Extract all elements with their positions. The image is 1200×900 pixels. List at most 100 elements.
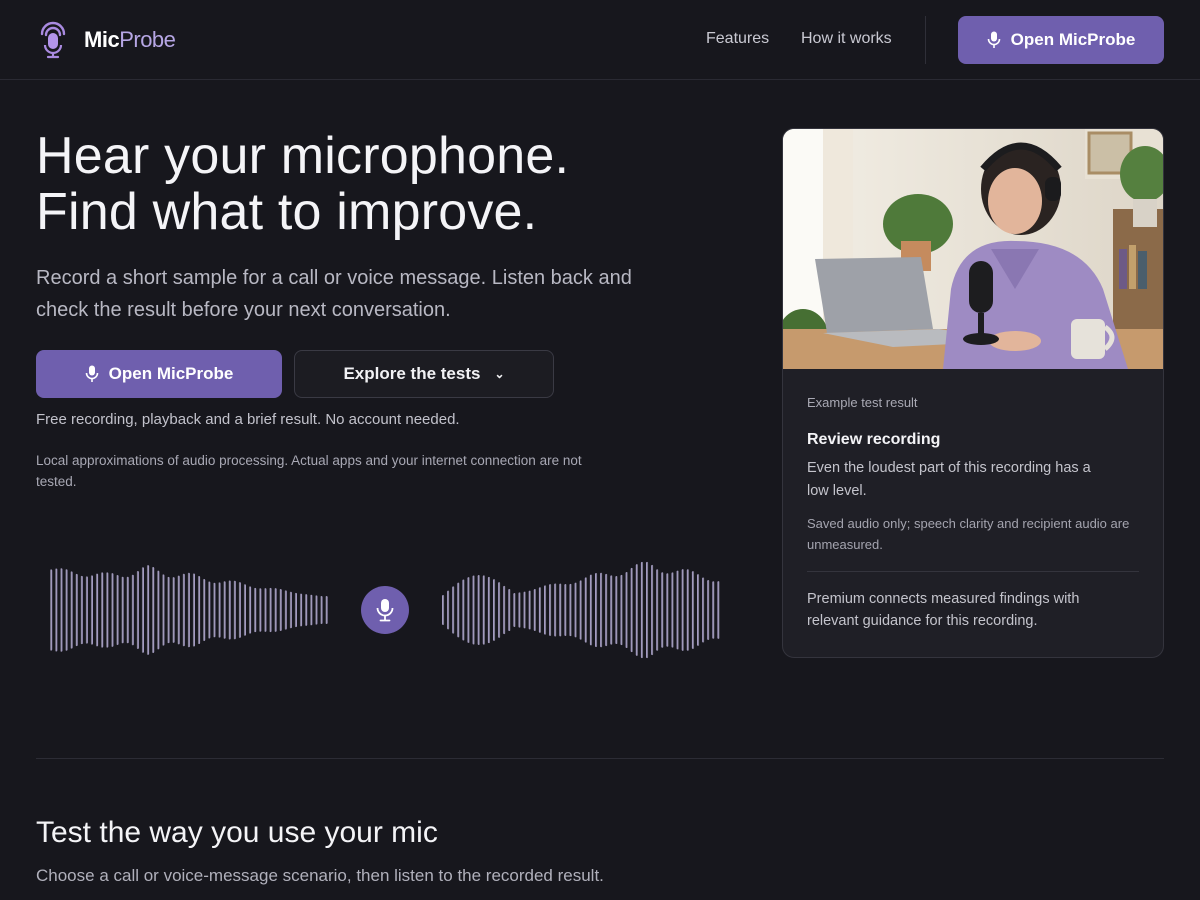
waveform-bar	[299, 593, 303, 627]
logo-text-bold: Mic	[84, 27, 120, 52]
waveform-bar	[467, 577, 470, 643]
waveform-bar	[192, 573, 195, 647]
waveform-bar	[85, 576, 88, 644]
waveform-bar	[513, 593, 516, 627]
waveform-bar	[305, 594, 308, 626]
waveform-bar	[289, 591, 292, 629]
hero-title-line-2: Find what to improve.	[36, 183, 538, 241]
waveform-bar	[60, 568, 63, 652]
waveform-bar	[600, 572, 603, 648]
waveform-bar	[493, 579, 496, 641]
waveform-bar	[605, 573, 608, 647]
waveform-bar	[610, 575, 613, 645]
waveform-bar	[203, 579, 206, 641]
waveform-bar	[671, 572, 674, 648]
waveform-bar	[651, 564, 654, 656]
section-divider	[36, 758, 1164, 759]
header-cta-label: Open MicProbe	[1010, 30, 1136, 49]
waveform-bar	[152, 567, 155, 653]
waveform-bar	[315, 595, 318, 625]
waveform-bar	[508, 588, 511, 632]
waveform-bar	[182, 573, 185, 647]
waveform-bar	[615, 575, 618, 645]
hero-disclaimer: Local approximations of audio processing…	[36, 453, 582, 489]
waveform-bar	[116, 575, 119, 645]
waveform-bar	[101, 572, 104, 648]
microphone-logo-icon	[40, 21, 66, 59]
nav-link-how-it-works[interactable]: How it works	[801, 30, 892, 48]
waveform-bar	[472, 575, 475, 645]
waveform-bar	[518, 592, 521, 628]
waveform-bar	[549, 584, 552, 636]
waveform-bar	[661, 572, 664, 648]
waveform-bar	[584, 577, 587, 643]
hero-lead: Record a short sample for a call or voic…	[36, 267, 632, 321]
waveform-bar	[208, 581, 211, 639]
waveform-bar	[544, 585, 547, 635]
waveform-bar	[686, 569, 689, 651]
waveform-bar	[498, 582, 501, 638]
waveform-left	[50, 565, 328, 655]
waveform-bar	[579, 580, 582, 640]
waveform-bar	[447, 590, 450, 630]
waveform-bar	[697, 574, 700, 646]
example-note: Saved audio only; speech clarity and rec…	[807, 516, 1130, 552]
card-divider	[807, 571, 1139, 572]
waveform-bar	[574, 582, 577, 638]
waveform-bar	[640, 561, 644, 659]
waveform-bar	[126, 576, 129, 644]
explore-tests-button[interactable]: Explore the tests ⌄	[294, 350, 554, 398]
waveform-bar	[457, 582, 460, 638]
waveform-bar	[681, 569, 684, 651]
example-premium-text: Premium connects measured findings with …	[807, 591, 1080, 629]
hero-title-line-1: Hear your microphone.	[36, 127, 570, 185]
waveform-bar	[65, 569, 68, 651]
waveform-right	[442, 561, 720, 659]
hero-open-micprobe-button[interactable]: Open MicProbe	[36, 350, 282, 398]
nav-divider	[925, 16, 926, 64]
waveform-bar	[559, 583, 562, 637]
waveform-bar	[187, 572, 190, 648]
waveform-bar	[523, 591, 526, 629]
waveform-bar	[70, 571, 73, 649]
waveform-bar	[228, 580, 231, 640]
waveform-bar	[238, 582, 241, 638]
waveform-bar	[589, 574, 593, 646]
waveform-bar	[75, 573, 78, 647]
waveform-bar	[630, 567, 633, 653]
waveform-bar	[254, 587, 257, 633]
waveform-bar	[90, 575, 93, 645]
record-button[interactable]	[361, 586, 409, 634]
header-open-micprobe-button[interactable]: Open MicProbe	[958, 16, 1164, 64]
waveform-bar	[569, 583, 572, 637]
waveform-bar	[533, 589, 536, 631]
waveform-bar	[136, 571, 139, 649]
hero-title: Hear your microphone. Find what to impro…	[36, 128, 736, 240]
waveform-bar	[477, 575, 480, 645]
waveform-bar	[157, 570, 160, 650]
waveform-bar	[106, 572, 109, 648]
logo-wordmark: MicProbe	[84, 27, 176, 53]
waveform-bar	[646, 561, 649, 659]
waveform-bar	[717, 581, 720, 639]
waveform-bar	[702, 577, 705, 643]
waveform-bar	[554, 583, 557, 637]
nav-link-features[interactable]: Features	[706, 30, 769, 48]
waveform-bar	[279, 589, 282, 631]
waveform-bar	[162, 574, 165, 646]
microphone-icon	[85, 365, 98, 382]
waveform-bar	[620, 574, 623, 646]
person-recording-photo	[783, 129, 1163, 369]
waveform-bar	[269, 587, 272, 633]
logo-text-light: Probe	[119, 27, 176, 52]
site-header: MicProbe Features How it works Open MicP…	[0, 0, 1200, 80]
waveform-bar	[503, 585, 506, 635]
waveform-bar	[691, 571, 695, 649]
logo[interactable]: MicProbe	[38, 21, 176, 59]
waveform-bar	[712, 581, 715, 639]
waveform-bar	[666, 573, 669, 647]
waveform-bar	[320, 596, 323, 624]
waveform-bar	[325, 596, 328, 624]
waveform-bar	[442, 595, 445, 625]
example-text: Even the loudest part of this recording …	[807, 460, 1091, 499]
